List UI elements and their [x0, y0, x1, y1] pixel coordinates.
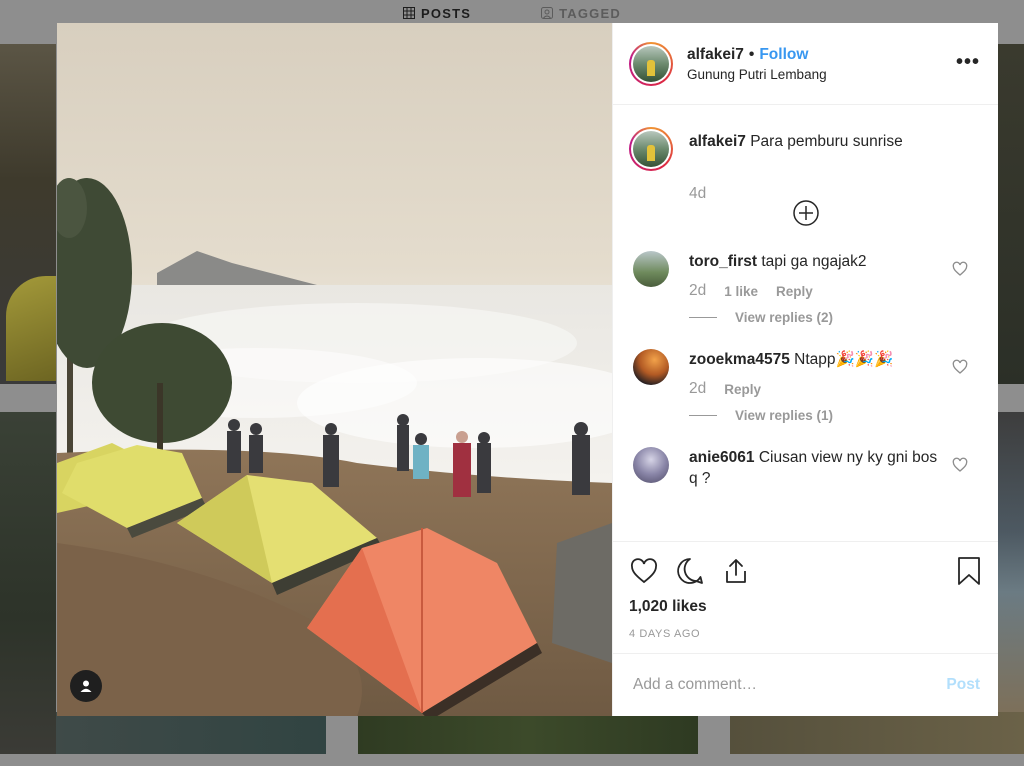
grid-thumbnail[interactable] [0, 412, 56, 754]
comment-item: zooekma4575 Ntapp🎉🎉🎉 2d Reply View repli… [629, 349, 982, 423]
reply-button[interactable]: Reply [776, 284, 813, 299]
avatar[interactable] [633, 349, 669, 385]
comment-text: tapi ga ngajak2 [761, 253, 867, 270]
avatar[interactable] [629, 127, 673, 171]
view-replies-label: View replies (1) [735, 408, 834, 423]
comment-item: anie6061 Ciusan view ny ky gni bos q ? [629, 447, 982, 489]
tab-posts-label: POSTS [421, 5, 472, 21]
caption-username[interactable]: alfakei7 [689, 133, 746, 150]
comments-section: alfakei7 Para pemburu sunrise 4d toro_fi… [613, 105, 998, 541]
heart-icon[interactable] [952, 261, 968, 277]
comment-username[interactable]: zooekma4575 [689, 351, 790, 368]
more-options-icon[interactable]: ••• [956, 51, 980, 74]
post-modal: alfakei7 • Follow Gunung Putri Lembang •… [57, 23, 998, 716]
post-timestamp: 4 DAYS AGO [629, 628, 701, 640]
author-username[interactable]: alfakei7 [687, 46, 744, 64]
comment-text: Ntapp🎉🎉🎉 [794, 351, 894, 368]
user-icon [80, 680, 92, 692]
heart-icon[interactable] [952, 457, 968, 473]
likes-count[interactable]: 1,020 likes [629, 598, 982, 616]
post-comment-button[interactable]: Post [946, 676, 980, 694]
caption-text: Para pemburu sunrise [750, 133, 903, 150]
tag-user-icon [541, 7, 554, 19]
tagged-people-button[interactable] [70, 670, 102, 702]
view-replies-button[interactable]: View replies (2) [689, 310, 939, 325]
comment-likes[interactable]: 1 like [724, 284, 758, 299]
comment-item: toro_first tapi ga ngajak2 2d 1 like Rep… [629, 251, 982, 325]
separator-dot: • [748, 45, 755, 63]
grid-icon [403, 7, 416, 19]
view-replies-button[interactable]: View replies (1) [689, 408, 939, 423]
comment-username[interactable]: anie6061 [689, 449, 755, 466]
view-replies-label: View replies (2) [735, 310, 834, 325]
caption-time: 4d [689, 185, 707, 202]
avatar[interactable] [633, 251, 669, 287]
comment-time: 2d [689, 380, 707, 397]
reply-button[interactable]: Reply [724, 382, 761, 397]
add-comment-bar: Post [613, 653, 998, 716]
post-sidebar: alfakei7 • Follow Gunung Putri Lembang •… [612, 23, 998, 716]
post-photo[interactable] [57, 23, 612, 716]
grid-thumbnail[interactable] [730, 712, 1024, 754]
bookmark-icon[interactable] [956, 556, 982, 586]
grid-thumbnail[interactable] [56, 712, 326, 754]
camping-scene-image [57, 23, 612, 716]
grid-thumbnail[interactable] [358, 712, 698, 754]
post-caption: alfakei7 Para pemburu sunrise [629, 127, 982, 171]
post-header: alfakei7 • Follow Gunung Putri Lembang •… [613, 23, 998, 105]
comment-username[interactable]: toro_first [689, 253, 757, 270]
like-heart-icon[interactable] [629, 556, 659, 586]
tab-tagged-label: TAGGED [559, 5, 621, 21]
avatar[interactable] [629, 41, 673, 86]
grid-thumbnail[interactable] [0, 44, 56, 384]
grid-thumbnail[interactable] [998, 44, 1024, 384]
share-icon[interactable] [721, 556, 751, 586]
grid-thumbnail[interactable] [998, 412, 1024, 712]
follow-button[interactable]: Follow [759, 46, 808, 64]
heart-icon[interactable] [952, 359, 968, 375]
comment-bubble-icon[interactable] [675, 556, 705, 586]
tab-tagged[interactable]: TAGGED [541, 6, 621, 21]
comment-time: 2d [689, 282, 707, 299]
tab-posts[interactable]: POSTS [403, 6, 471, 21]
post-location[interactable]: Gunung Putri Lembang [687, 67, 827, 82]
post-actions: 1,020 likes 4 DAYS AGO [613, 541, 998, 653]
plus-circle-icon[interactable] [793, 200, 819, 226]
comment-input[interactable] [631, 675, 947, 695]
avatar[interactable] [633, 447, 669, 483]
